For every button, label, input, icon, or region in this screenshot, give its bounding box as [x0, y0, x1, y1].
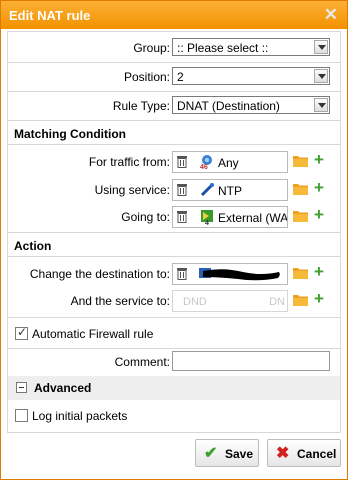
group-select[interactable]: :: Please select ::: [172, 38, 330, 56]
traffic-from-row: For traffic from: 46 Any +: [8, 150, 340, 174]
edit-nat-rule-dialog: Edit NAT rule ✕ Group: :: Please select …: [0, 0, 348, 480]
rule-type-select[interactable]: DNAT (Destination): [172, 96, 330, 114]
traffic-from-dropzone[interactable]: 46 Any: [172, 151, 288, 173]
chevron-down-icon[interactable]: [314, 98, 328, 112]
divider: [8, 62, 340, 63]
position-select[interactable]: 2: [172, 67, 330, 85]
add-icon[interactable]: +: [314, 290, 324, 308]
folder-icon[interactable]: [293, 182, 308, 195]
svg-text:4: 4: [205, 220, 209, 225]
service-to-row: And the service to: DND DN +: [8, 289, 340, 313]
service-label: Using service:: [94, 183, 170, 197]
chevron-down-icon[interactable]: [314, 40, 328, 54]
trash-icon[interactable]: [177, 155, 187, 168]
firewall-checkbox[interactable]: [15, 325, 28, 340]
service-to-dropzone[interactable]: DND DN: [172, 290, 288, 312]
chevron-down-icon[interactable]: [314, 69, 328, 83]
service-dropzone[interactable]: NTP: [172, 179, 288, 201]
divider: [8, 120, 340, 121]
position-row: Position: 2: [8, 65, 340, 89]
trash-icon[interactable]: [177, 267, 187, 280]
service-row: Using service: NTP +: [8, 178, 340, 202]
traffic-from-value: Any: [218, 156, 239, 170]
change-destination-label: Change the destination to:: [29, 267, 170, 281]
going-to-row: Going to: 4 External (WAN +: [8, 205, 340, 229]
folder-icon[interactable]: [293, 209, 308, 222]
log-checkbox[interactable]: [15, 409, 28, 422]
firewall-row: Automatic Firewall rule: [8, 322, 340, 346]
change-destination-row: Change the destination to: +: [8, 262, 340, 286]
divider: [8, 317, 340, 318]
advanced-header[interactable]: Advanced: [8, 376, 340, 400]
check-icon: ✔: [204, 445, 218, 462]
add-icon[interactable]: +: [314, 263, 324, 281]
service-icon: [200, 183, 214, 197]
dialog-titlebar[interactable]: Edit NAT rule ✕: [1, 1, 347, 29]
divider: [8, 91, 340, 92]
cancel-label: Cancel: [297, 447, 337, 461]
trash-icon[interactable]: [177, 210, 187, 223]
log-row: Log initial packets: [8, 404, 340, 428]
group-row: Group: :: Please select ::: [8, 36, 340, 60]
interface-icon: 4: [201, 210, 213, 225]
folder-icon[interactable]: [293, 293, 308, 306]
network-any-icon: 46: [200, 155, 212, 170]
service-value: NTP: [218, 184, 242, 198]
svg-text:46: 46: [200, 164, 208, 170]
dialog-title: Edit NAT rule: [9, 8, 91, 23]
save-label: Save: [225, 447, 254, 461]
redacted-host-icon: [199, 268, 280, 281]
rule-type-label: Rule Type:: [112, 99, 170, 113]
group-label: Group:: [133, 41, 170, 55]
position-label: Position:: [123, 70, 170, 84]
collapse-icon[interactable]: [16, 382, 27, 393]
trash-icon[interactable]: [177, 183, 187, 196]
dropzone-placeholder: DND: [183, 296, 207, 308]
folder-icon[interactable]: [293, 154, 308, 167]
comment-label: Comment:: [114, 355, 170, 369]
close-icon[interactable]: ✕: [324, 5, 338, 25]
action-heading: Action: [14, 239, 52, 253]
traffic-from-label: For traffic from:: [88, 155, 170, 169]
group-select-value: :: Please select ::: [177, 41, 269, 55]
change-destination-dropzone[interactable]: [172, 263, 288, 285]
going-to-dropzone[interactable]: 4 External (WAN: [172, 206, 288, 228]
firewall-label: Automatic Firewall rule: [32, 327, 154, 341]
comment-input[interactable]: [172, 351, 330, 371]
divider: [8, 144, 340, 145]
divider: [8, 232, 340, 233]
matching-condition-heading: Matching Condition: [14, 127, 126, 141]
log-label: Log initial packets: [32, 409, 128, 423]
position-select-value: 2: [177, 70, 184, 84]
advanced-heading: Advanced: [34, 381, 92, 395]
add-icon[interactable]: +: [314, 206, 324, 224]
add-icon[interactable]: +: [314, 151, 324, 169]
add-icon[interactable]: +: [314, 179, 324, 197]
save-button[interactable]: ✔ Save: [195, 439, 259, 467]
cancel-button[interactable]: ✖ Cancel: [267, 439, 341, 467]
divider: [8, 348, 340, 349]
rule-type-select-value: DNAT (Destination): [177, 99, 280, 113]
folder-icon[interactable]: [293, 266, 308, 279]
service-to-label: And the service to:: [70, 294, 170, 308]
dropzone-placeholder: DN: [269, 296, 285, 308]
dialog-body: Group: :: Please select :: Position: 2 R…: [7, 31, 341, 433]
going-to-label: Going to:: [121, 210, 170, 224]
divider: [8, 256, 340, 257]
going-to-value: External (WAN: [218, 211, 288, 225]
comment-row: Comment:: [8, 350, 340, 374]
cancel-icon: ✖: [276, 445, 290, 462]
rule-type-row: Rule Type: DNAT (Destination): [8, 94, 340, 118]
